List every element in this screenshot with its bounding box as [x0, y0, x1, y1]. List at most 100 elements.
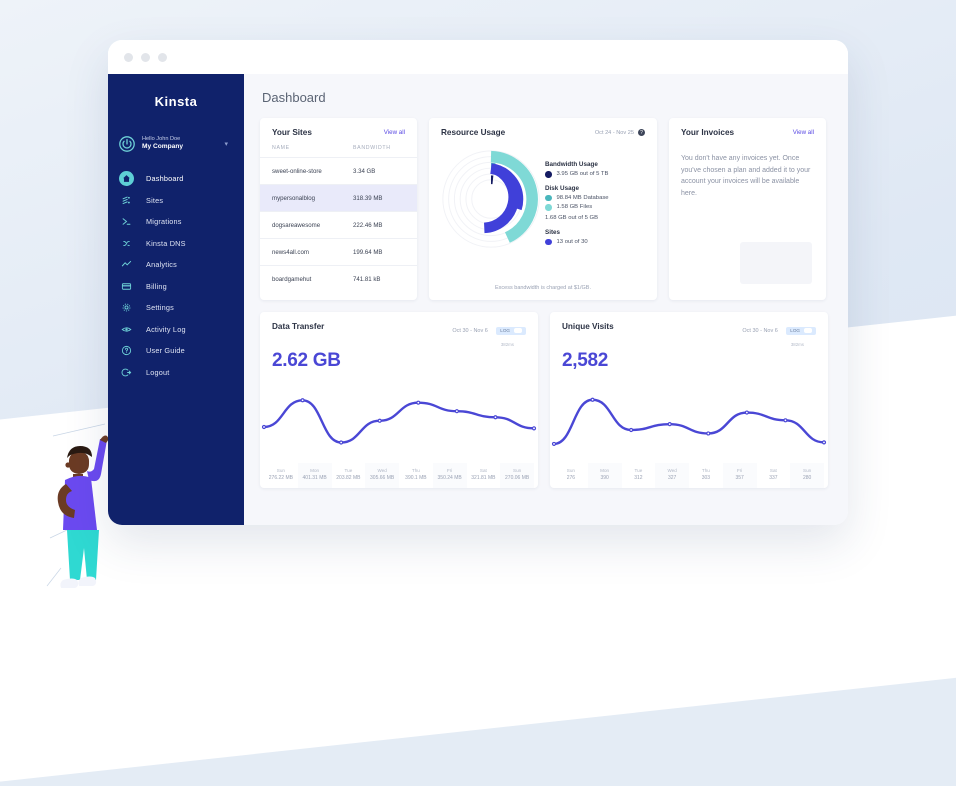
legend-heading: Bandwidth Usage: [545, 161, 598, 168]
invoices-view-all-link[interactable]: View all: [793, 129, 814, 136]
disk-usage-total: 1.68 GB out of 5 GB: [545, 214, 599, 221]
sidebar-item-migrations[interactable]: Migrations: [108, 211, 244, 233]
logo-text: Kinsta: [154, 93, 198, 109]
data-transfer-latency: 382ms: [500, 342, 514, 347]
toggle-knob[interactable]: [804, 328, 812, 334]
sidebar-item-label: Logout: [146, 367, 170, 377]
sidebar-item-dashboard[interactable]: Dashboard: [108, 168, 244, 190]
sidebar-item-label: Activity Log: [146, 324, 186, 334]
background-bottom-band: [0, 606, 956, 666]
axis-cell: Sun 280: [790, 462, 824, 488]
unique-visits-date-range: Oct 30 - Nov 6: [742, 327, 778, 334]
your-invoices-card: Your Invoices View all You don't have an…: [669, 118, 826, 300]
table-row[interactable]: news4all.com 199.64 MB: [260, 238, 417, 265]
sidebar-item-label: Kinsta DNS: [146, 238, 186, 248]
resource-donut-chart: [442, 150, 540, 248]
axis-value: 305.66 MB: [370, 475, 395, 481]
site-name: mypersonalblog: [272, 194, 316, 202]
axis-cell: Mon 401.31 MB: [297, 462, 332, 488]
company-name: My Company: [142, 143, 184, 151]
window-maximize-dot[interactable]: [158, 52, 167, 62]
site-bandwidth: 199.64 MB: [353, 248, 383, 256]
sidebar-item-user-guide[interactable]: User Guide: [108, 340, 244, 362]
sidebar-item-analytics[interactable]: Analytics: [108, 254, 244, 276]
sidebar-item-label: Migrations: [146, 217, 182, 227]
sidebar-item-label: Analytics: [146, 260, 177, 270]
axis-value: 327: [667, 475, 677, 481]
data-transfer-card: Data Transfer Oct 30 - Nov 6 LOG 382ms 2…: [260, 312, 538, 488]
resource-usage-card: Resource Usage Oct 24 - Nov 25 ? Bandwid…: [429, 118, 657, 300]
sidebar-item-kinsta-dns[interactable]: Kinsta DNS: [108, 233, 244, 255]
legend-dot-files: [545, 204, 552, 211]
main-content: Dashboard Your Sites View all NAME BANDW…: [244, 74, 848, 525]
data-transfer-total: 2.62 GB: [272, 350, 341, 371]
toggle-knob[interactable]: [514, 328, 522, 334]
axis-value: 401.31 MB: [302, 475, 327, 481]
axis-cell: Sun 276: [554, 463, 588, 489]
resource-card-header: Resource Usage Oct 24 - Nov 25 ?: [429, 118, 657, 145]
unique-visits-total: 2,582: [562, 350, 609, 371]
invoices-card-title: Your Invoices: [681, 128, 735, 137]
user-profile[interactable]: Hello John Doe My Company ▾: [108, 120, 244, 156]
unique-visits-log-toggle[interactable]: LOG: [786, 326, 816, 335]
chevron-down-icon[interactable]: ▾: [224, 140, 228, 148]
sidebar-item-label: Sites: [146, 195, 164, 205]
sidebar-item-billing[interactable]: Billing: [108, 276, 244, 298]
unique-visits-card: Unique Visits Oct 30 - Nov 6 LOG 382ms 2…: [550, 312, 828, 488]
axis-day: Mon: [600, 467, 610, 473]
axis-cell: Wed 327: [655, 462, 689, 488]
billing-icon: [119, 279, 134, 294]
sidebar-item-label: Dashboard: [146, 174, 184, 184]
axis-value: 270.06 MB: [505, 475, 530, 481]
sidebar-item-sites[interactable]: Sites: [108, 190, 244, 212]
axis-day: Sun: [803, 467, 812, 473]
sidebar-item-activity-log[interactable]: Activity Log: [108, 319, 244, 341]
data-transfer-header: Data Transfer Oct 30 - Nov 6 LOG 382ms: [260, 312, 538, 347]
site-name: news4all.com: [272, 248, 309, 256]
sidebar-item-logout[interactable]: Logout: [108, 362, 244, 384]
page-title: Dashboard: [262, 90, 326, 105]
axis-cell: Tue 312: [622, 463, 656, 489]
legend-text: 13 out of 30: [556, 238, 588, 245]
table-row[interactable]: boardgamehut 741.81 kB: [260, 265, 417, 292]
logout-icon: [119, 365, 134, 380]
invoices-placeholder-block: [740, 242, 812, 284]
power-icon: [119, 136, 135, 152]
sidebar-item-settings[interactable]: Settings: [108, 297, 244, 319]
data-transfer-axis: Sun 276.22 MB Mon 401.31 MB Tue 203.82 MB W…: [260, 462, 538, 489]
axis-day: Tue: [634, 467, 643, 473]
unique-visits-latency: 382ms: [790, 342, 804, 347]
invoices-card-header: Your Invoices View all: [669, 118, 826, 145]
kinsta-logo: Kinsta: [108, 82, 244, 120]
gear-icon: [119, 300, 134, 315]
axis-cell: Sat 337: [757, 463, 791, 489]
table-row[interactable]: mypersonalblog 318.39 MB: [260, 184, 417, 211]
site-bandwidth: 222.46 MB: [353, 221, 383, 229]
analytics-icon: [119, 257, 134, 272]
table-row[interactable]: dogsareawesome 222.46 MB: [260, 211, 417, 238]
axis-day: Thu: [701, 467, 710, 473]
toggle-label: LOG: [500, 328, 510, 334]
sidebar-nav: Dashboard Sites Migrations Kinsta DNS An…: [108, 168, 244, 383]
axis-day: Mon: [310, 467, 320, 473]
axis-cell: Tue 203.82 MB: [332, 463, 366, 489]
window-close-dot[interactable]: [124, 52, 133, 62]
resource-footer-note: Excess bandwidth is charged at $1/GB.: [495, 285, 591, 291]
table-row[interactable]: sweet-online-store 3.34 GB: [260, 157, 417, 184]
migrations-icon: [119, 214, 134, 229]
question-mark-icon[interactable]: ?: [638, 129, 645, 136]
window-minimize-dot[interactable]: [141, 52, 150, 62]
column-header-bandwidth: BANDWIDTH: [353, 145, 391, 151]
axis-cell: Thu 303: [689, 463, 723, 489]
data-transfer-log-toggle[interactable]: LOG: [496, 326, 526, 335]
sites-view-all-link[interactable]: View all: [384, 129, 405, 136]
axis-value: 203.82 MB: [336, 475, 361, 481]
axis-cell: Fri 357: [722, 462, 757, 488]
legend-dot-database: [545, 194, 552, 201]
axis-value: 350.24 MB: [437, 475, 462, 481]
resource-date-range: Oct 24 - Nov 25 ?: [595, 129, 645, 136]
resource-date-text: Oct 24 - Nov 25: [594, 129, 634, 136]
unique-visits-axis: Sun 276 Mon 390 Tue 312 Wed 327 Thu 303 Fri 35…: [550, 462, 828, 489]
axis-value: 303: [701, 475, 711, 481]
axis-day: Thu: [411, 467, 420, 473]
